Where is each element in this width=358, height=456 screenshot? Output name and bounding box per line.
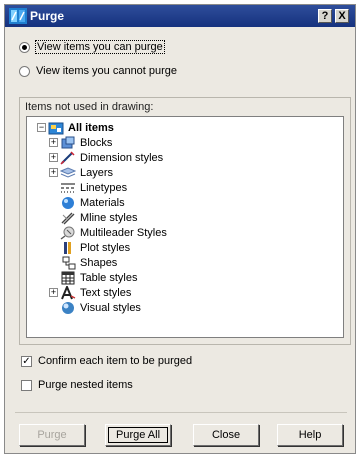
tree-label: Table styles — [80, 271, 138, 284]
tree-label: Materials — [80, 196, 125, 209]
tree-label: Blocks — [80, 136, 113, 149]
close-title-button[interactable]: X — [335, 9, 349, 23]
tree-label: Linetypes — [80, 181, 128, 194]
shapes-icon — [62, 256, 76, 269]
tree-label: All items — [68, 121, 114, 134]
view-non-purgeable-label: View items you cannot purge — [36, 65, 178, 77]
tree-item-mline-styles[interactable]: Mline styles — [49, 210, 137, 225]
tree-item-linetypes[interactable]: Linetypes — [49, 180, 127, 195]
help-button[interactable]: Help — [277, 424, 343, 446]
purge-nested-items-label: Purge nested items — [38, 379, 133, 391]
tree-item-visual-styles[interactable]: Visual styles — [49, 300, 141, 315]
purge-all-button[interactable]: Purge All — [105, 424, 171, 446]
materials-icon — [62, 196, 74, 209]
radio-button-selected[interactable] — [19, 41, 30, 53]
tree-item-table-styles[interactable]: Table styles — [49, 270, 137, 285]
tree-label: Dimension styles — [80, 151, 164, 164]
tree-item-text-styles[interactable]: + Text styles — [49, 285, 131, 300]
tree-item-dimension-styles[interactable]: + Dimension styles — [49, 150, 163, 165]
items-tree[interactable]: − All items + Blocks + Dimension styles … — [26, 116, 344, 338]
items-groupbox: Items not used in drawing: − All items + — [19, 97, 351, 345]
view-purgeable-label: View items you can purge — [35, 40, 165, 54]
expand-icon[interactable]: + — [49, 138, 58, 147]
dimension-styles-icon — [60, 150, 75, 165]
confirm-each-item-checkbox[interactable]: ✓ Confirm each item to be purged — [21, 353, 192, 369]
collapse-icon[interactable]: − — [37, 123, 46, 132]
tree-label: Plot styles — [80, 241, 131, 254]
app-icon — [9, 8, 27, 24]
expand-icon[interactable]: + — [49, 153, 58, 162]
tree-label: Mline styles — [80, 211, 138, 224]
tree-item-layers[interactable]: + Layers — [49, 165, 113, 180]
tree-item-materials[interactable]: Materials — [49, 195, 125, 210]
window-title: Purge — [30, 9, 65, 23]
visual-styles-icon — [62, 301, 74, 314]
text-styles-icon — [61, 285, 76, 299]
close-button[interactable]: Close — [193, 424, 259, 446]
plot-styles-icon — [64, 241, 71, 254]
tree-label: Shapes — [80, 256, 118, 269]
checkbox-unchecked[interactable] — [21, 379, 32, 391]
separator — [15, 412, 347, 413]
tree-item-multileader-styles[interactable]: Multileader Styles — [49, 225, 167, 240]
checkbox-checked[interactable]: ✓ — [21, 355, 32, 367]
tree-item-blocks[interactable]: + Blocks — [49, 135, 112, 150]
tree-root-all-items[interactable]: − All items — [37, 120, 114, 135]
radio-button-unselected[interactable] — [19, 65, 30, 77]
linetypes-icon — [61, 182, 75, 193]
view-purgeable-radio[interactable]: View items you can purge — [19, 39, 165, 55]
tree-item-plot-styles[interactable]: Plot styles — [49, 240, 130, 255]
view-non-purgeable-radio[interactable]: View items you cannot purge — [19, 63, 177, 79]
purge-button[interactable]: Purge — [19, 424, 85, 446]
expand-icon[interactable]: + — [49, 168, 58, 177]
tree-label: Text styles — [80, 286, 132, 299]
layers-icon — [60, 166, 76, 178]
purge-nested-items-checkbox[interactable]: Purge nested items — [21, 377, 133, 393]
confirm-each-item-label: Confirm each item to be purged — [38, 355, 193, 367]
tree-label: Visual styles — [80, 301, 141, 314]
multileader-styles-icon — [60, 226, 75, 240]
expand-icon[interactable]: + — [49, 288, 58, 297]
title-bar[interactable]: Purge ? X — [5, 5, 355, 27]
tree-label: Multileader Styles — [80, 226, 167, 239]
all-items-icon — [48, 122, 64, 134]
group-label: Items not used in drawing: — [25, 101, 154, 113]
table-styles-icon — [61, 271, 75, 284]
tree-item-shapes[interactable]: Shapes — [49, 255, 117, 270]
blocks-icon — [61, 136, 75, 148]
purge-dialog: Purge ? X View items you can purge View … — [4, 4, 356, 454]
tree-label: Layers — [80, 166, 114, 179]
help-title-button[interactable]: ? — [318, 9, 332, 23]
mline-styles-icon — [61, 212, 75, 224]
